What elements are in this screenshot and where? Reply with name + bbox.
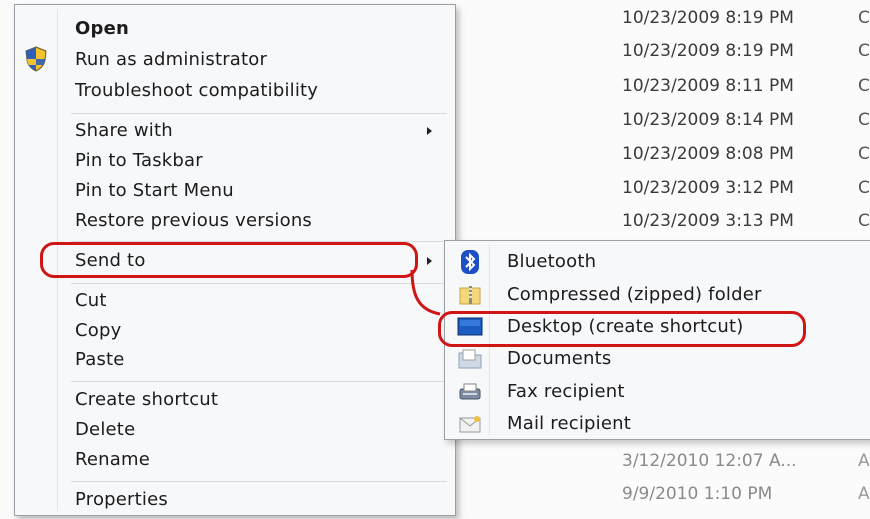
menu-item-restore-versions[interactable]: Restore previous versions: [75, 210, 312, 231]
file-column-cut: C: [858, 211, 870, 231]
menu-item-run-as-admin[interactable]: Run as administrator: [75, 49, 267, 70]
file-date: 10/23/2009 8:08 PM: [622, 144, 794, 164]
menu-separator: [71, 113, 447, 114]
sendto-item-compressed[interactable]: Compressed (zipped) folder: [507, 284, 762, 305]
sendto-item-documents[interactable]: Documents: [507, 348, 611, 369]
file-column-cut: C: [858, 8, 870, 28]
file-column-cut: C: [858, 76, 870, 96]
menu-item-create-shortcut[interactable]: Create shortcut: [75, 389, 218, 410]
uac-shield-icon: [25, 46, 47, 72]
file-date: 10/23/2009 8:14 PM: [622, 110, 794, 130]
menu-item-open[interactable]: Open: [75, 18, 129, 39]
menu-item-delete[interactable]: Delete: [75, 419, 135, 440]
menu-item-troubleshoot[interactable]: Troubleshoot compatibility: [75, 80, 318, 101]
menu-item-properties[interactable]: Properties: [75, 489, 168, 510]
send-to-highlight: [40, 242, 418, 278]
file-column-cut: A: [858, 451, 870, 471]
file-date: 10/23/2009 8:19 PM: [622, 41, 794, 61]
menu-item-pin-taskbar[interactable]: Pin to Taskbar: [75, 150, 203, 171]
file-column-cut: C: [858, 144, 870, 164]
file-date: 10/23/2009 8:19 PM: [622, 8, 794, 28]
zip-folder-icon: [459, 286, 481, 305]
submenu-arrow-icon: [427, 127, 432, 135]
file-date: 9/9/2010 1:10 PM: [622, 484, 773, 504]
menu-item-cut[interactable]: Cut: [75, 290, 107, 311]
bluetooth-icon: [461, 250, 479, 274]
menu-separator: [71, 283, 447, 284]
menu-item-rename[interactable]: Rename: [75, 449, 150, 470]
menu-separator: [71, 481, 447, 482]
file-column-cut: A: [858, 484, 870, 504]
menu-item-copy[interactable]: Copy: [75, 320, 121, 341]
file-column-cut: C: [858, 110, 870, 130]
sendto-item-bluetooth[interactable]: Bluetooth: [507, 251, 596, 272]
submenu-arrow-icon: [427, 257, 432, 265]
menu-item-share-with[interactable]: Share with: [75, 120, 173, 141]
fax-icon: [459, 383, 481, 400]
menu-item-paste[interactable]: Paste: [75, 349, 125, 370]
sendto-item-mail[interactable]: Mail recipient: [507, 413, 631, 434]
file-column-cut: C: [858, 178, 870, 198]
file-date: 10/23/2009 8:11 PM: [622, 76, 794, 96]
file-column-cut: C: [858, 41, 870, 61]
file-date: 10/23/2009 3:13 PM: [622, 211, 794, 231]
documents-icon: [458, 349, 482, 369]
menu-separator: [71, 381, 447, 382]
file-date: 10/23/2009 3:12 PM: [622, 178, 794, 198]
mail-icon: [459, 416, 481, 433]
sendto-item-fax[interactable]: Fax recipient: [507, 381, 625, 402]
desktop-shortcut-highlight: [438, 311, 806, 347]
file-date: 3/12/2010 12:07 A...: [622, 451, 797, 471]
menu-item-pin-start[interactable]: Pin to Start Menu: [75, 180, 234, 201]
